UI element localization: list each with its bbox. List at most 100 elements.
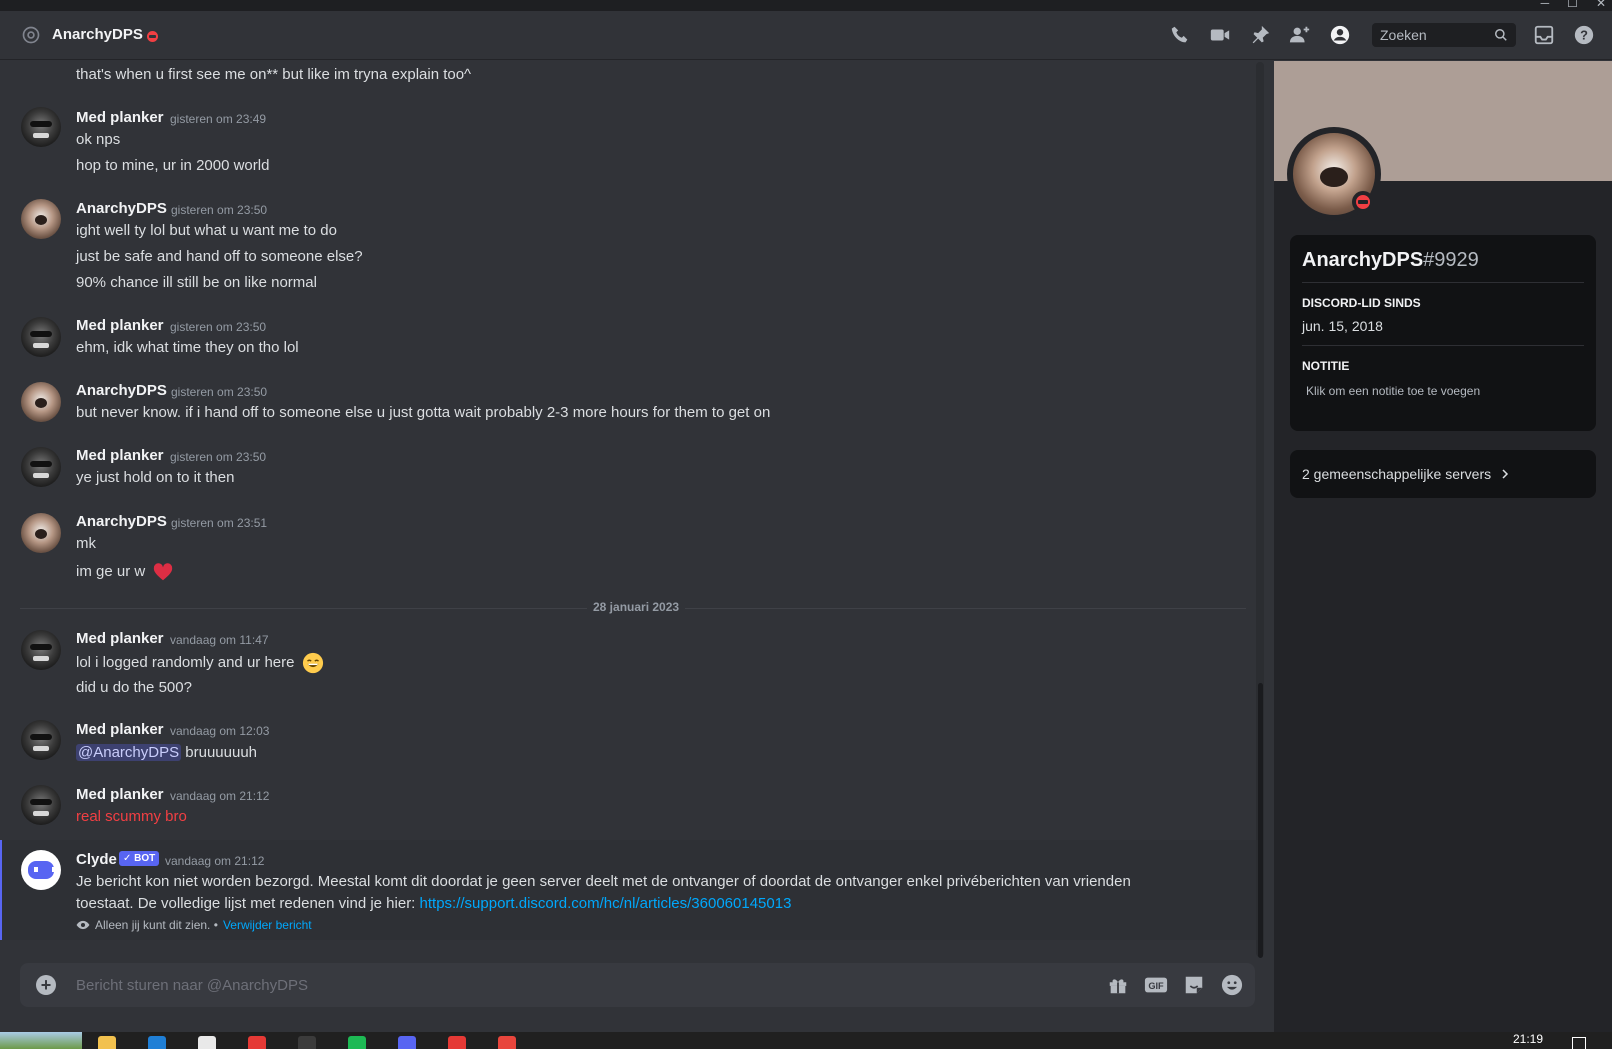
red-heart-emoji-icon[interactable] [152,561,174,583]
message-text: lol i logged randomly and ur here [76,652,324,674]
at-sign-icon [22,26,40,44]
message-author[interactable]: AnarchyDPS [76,200,167,217]
voice-call-icon[interactable] [1168,23,1192,47]
search-input[interactable]: Zoeken [1372,23,1516,47]
message-text: but never know. if i hand off to someone… [76,404,771,421]
date-divider-label: 28 januari 2023 [587,600,686,614]
grinning-face-emoji-icon[interactable] [302,652,324,674]
emoji-picker-icon[interactable] [1220,973,1244,997]
avatar[interactable] [21,720,61,760]
chat-scrollbar-thumb[interactable] [1258,683,1263,958]
member-since-label: DISCORD-LID SINDS [1302,296,1421,310]
divider [1302,345,1584,346]
notification-center-icon[interactable] [1572,1037,1586,1049]
message-text: toestaat. De volledige lijst met redenen… [76,895,791,912]
profile-discriminator: #9929 [1423,249,1479,271]
message-author[interactable]: AnarchyDPS [76,513,167,530]
note-input[interactable]: Klik om een notitie toe te voegen [1306,384,1480,398]
message-list [0,61,1271,951]
avatar[interactable] [21,107,61,147]
pink-app-icon[interactable] [448,1036,466,1049]
user-mention[interactable]: @AnarchyDPS [76,744,182,761]
chrome-icon[interactable] [498,1036,516,1049]
message-text-content: im ge ur w [76,562,146,580]
message-timestamp: gisteren om 23:49 [170,112,267,126]
clock[interactable]: 21:19 [1513,1032,1543,1046]
mail-app-icon[interactable] [148,1036,166,1049]
dnd-status-icon [1352,191,1374,213]
message-author[interactable]: AnarchyDPS [76,382,167,399]
red-app-icon[interactable] [248,1036,266,1049]
inbox-icon[interactable] [1532,23,1556,47]
help-icon[interactable]: ? [1572,23,1596,47]
avatar[interactable] [21,199,61,239]
ephemeral-notice: Alleen jij kunt dit zien. • Verwijder be… [76,918,312,932]
message-author[interactable]: Med planker [76,317,164,334]
message-author[interactable]: Med planker [76,721,164,738]
message-text: that's when u first see me on** but like… [76,66,472,83]
message-text: ight well ty lol but what u want me to d… [76,222,337,239]
video-call-icon[interactable] [1208,23,1232,47]
message-text: mk [76,535,96,552]
message-composer: + GIF [20,963,1255,1007]
message-timestamp: vandaag om 12:03 [170,724,270,738]
close-window-button[interactable]: ✕ [1596,0,1606,9]
discord-taskbar-icon[interactable] [398,1036,416,1049]
mutual-servers-label: 2 gemeenschappelijke servers [1302,466,1492,482]
dnd-status-icon [147,31,158,42]
search-icon [1495,29,1507,41]
message-author[interactable]: Clyde [76,851,117,868]
gift-icon[interactable] [1106,973,1130,997]
avatar[interactable] [21,630,61,670]
ephemeral-notice-text: Alleen jij kunt dit zien. • [95,918,218,932]
avatar[interactable] [21,513,61,553]
pinned-messages-icon[interactable] [1248,23,1272,47]
svg-text:?: ? [1580,28,1588,43]
mutual-servers-button[interactable]: 2 gemeenschappelijke servers [1290,450,1596,498]
support-article-link[interactable]: https://support.discord.com/hc/nl/articl… [420,895,792,912]
add-friends-to-dm-icon[interactable] [1288,23,1312,47]
message-text: Je bericht kon niet worden bezorgd. Mees… [76,873,1131,890]
message-text: im ge ur w [76,561,174,583]
minimize-button[interactable]: ─ [1541,0,1550,9]
message-author[interactable]: Med planker [76,786,164,803]
message-timestamp: vandaag om 11:47 [170,633,269,647]
profile-info-card: AnarchyDPS#9929 DISCORD-LID SINDS jun. 1… [1290,235,1596,431]
message-author[interactable]: Med planker [76,447,164,464]
avatar[interactable] [21,317,61,357]
message-author[interactable]: Med planker [76,109,164,126]
upload-plus-icon[interactable]: + [36,975,56,995]
message-input[interactable] [76,963,1076,1007]
delete-message-link[interactable]: Verwijder bericht [223,918,312,932]
avatar[interactable] [21,382,61,422]
message-text: @AnarchyDPS bruuuuuuh [76,744,257,761]
spotify-icon[interactable] [348,1036,366,1049]
avatar[interactable] [21,785,61,825]
profile-username[interactable]: AnarchyDPS#9929 [1302,249,1479,272]
os-taskbar: 21:19 [0,1032,1612,1049]
clyde-avatar[interactable] [21,850,61,890]
maximize-button[interactable]: ☐ [1567,0,1578,9]
note-label: NOTITIE [1302,359,1350,373]
dm-title[interactable]: AnarchyDPS [52,26,143,43]
message-text-content: bruuuuuuh [185,744,258,761]
message-text-content: lol i logged randomly and ur here [76,653,295,671]
message-timestamp: vandaag om 21:12 [170,789,270,803]
message-author[interactable]: Med planker [76,630,164,647]
member-since-value: jun. 15, 2018 [1302,318,1383,334]
weather-widget[interactable] [0,1032,82,1049]
hide-user-profile-icon[interactable] [1328,23,1352,47]
divider [1302,282,1584,283]
gif-picker-icon[interactable]: GIF [1144,973,1168,997]
message-text: ye just hold on to it then [76,469,235,486]
message-timestamp: gisteren om 23:51 [171,516,268,530]
gif-label: GIF [1148,981,1164,991]
window-titlebar: ─ ☐ ✕ [0,0,1612,11]
dark-app-icon[interactable] [298,1036,316,1049]
sticker-icon[interactable] [1182,973,1206,997]
message-text: just be safe and hand off to someone els… [76,248,363,265]
store-app-icon[interactable] [198,1036,216,1049]
file-explorer-icon[interactable] [98,1036,116,1049]
avatar[interactable] [21,447,61,487]
window-controls: ─ ☐ ✕ [1541,0,1606,9]
